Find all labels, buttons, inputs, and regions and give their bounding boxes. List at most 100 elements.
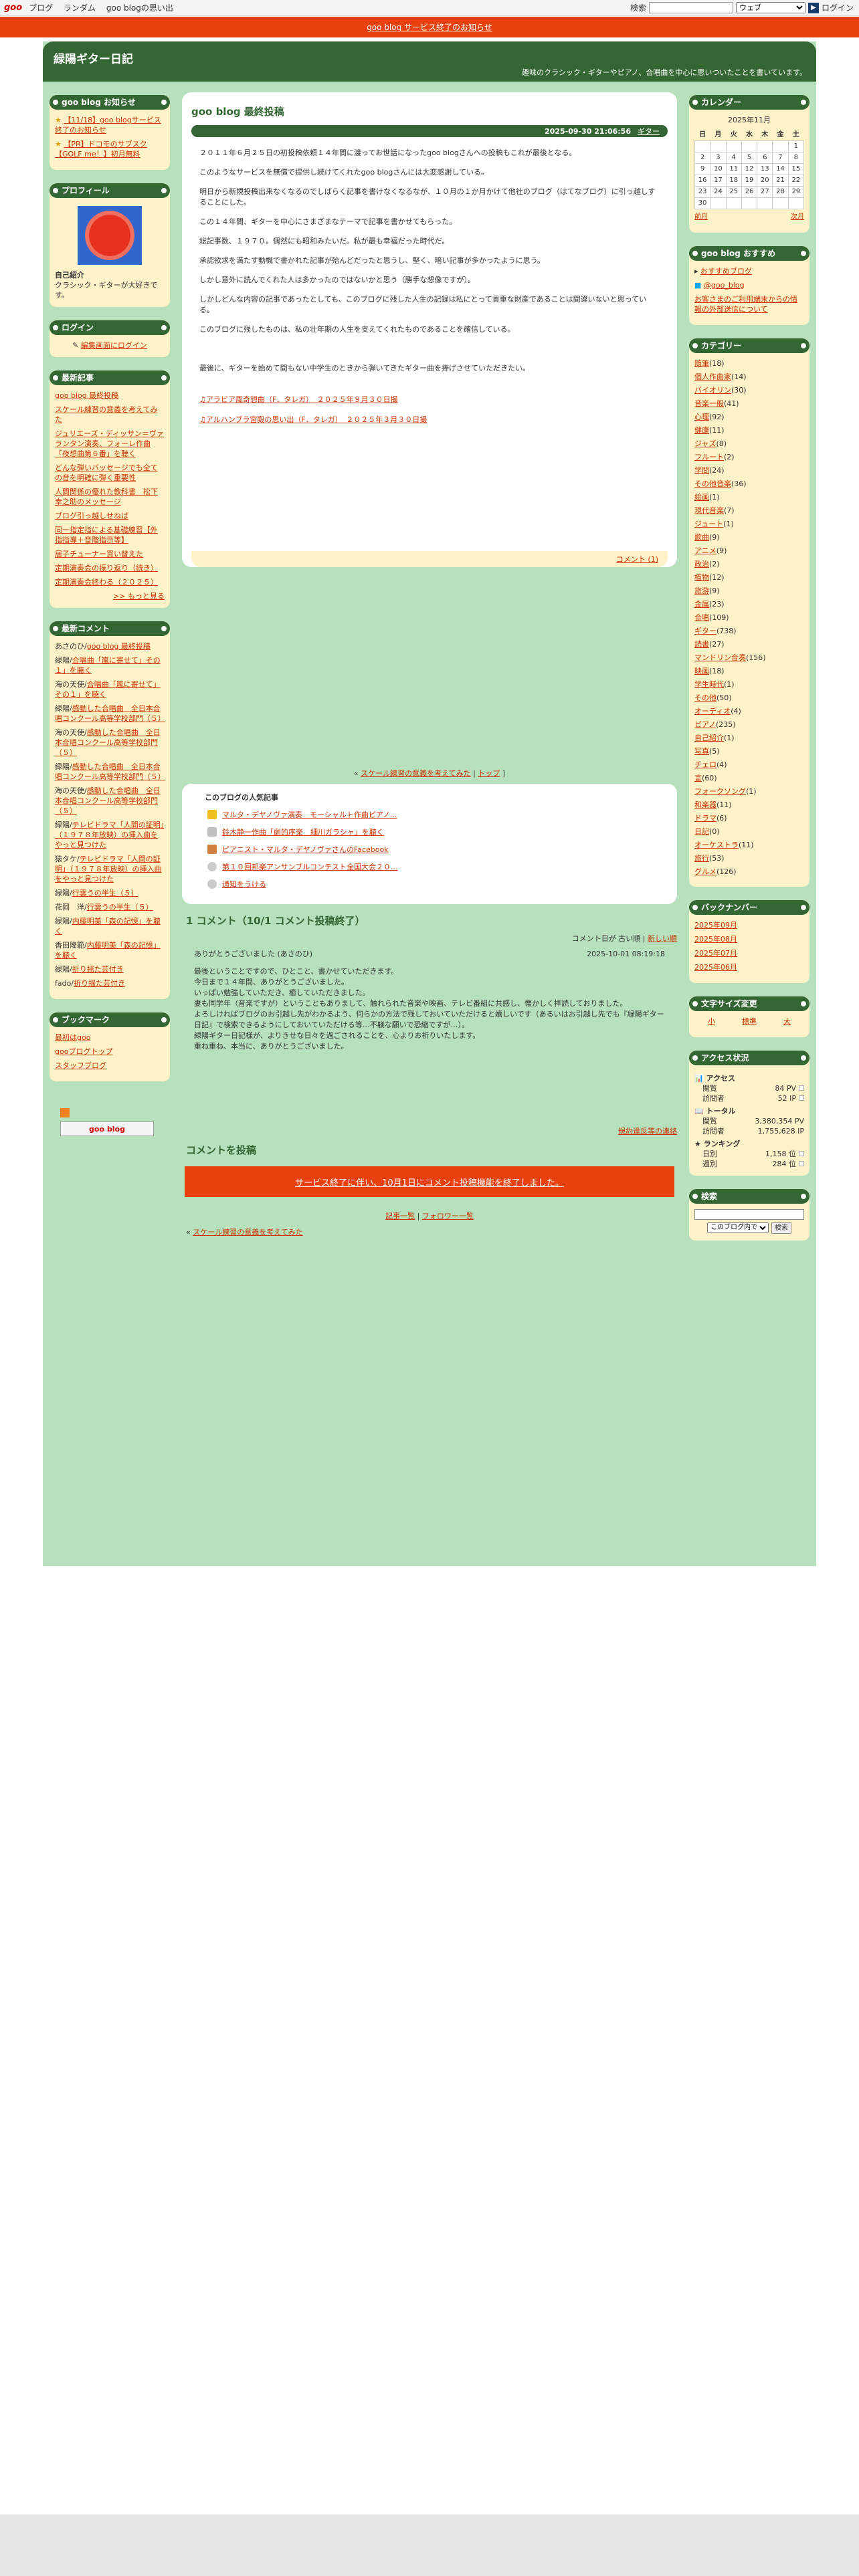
category-link[interactable]: 金属 bbox=[694, 600, 709, 609]
post-comment-link[interactable]: コメント (1) bbox=[616, 555, 658, 564]
category-link[interactable]: 随筆 bbox=[694, 359, 709, 368]
calendar-day[interactable]: 28 bbox=[772, 185, 789, 198]
calendar-day[interactable]: 25 bbox=[725, 185, 742, 198]
category-link[interactable]: ギター bbox=[694, 627, 717, 635]
calendar-day[interactable]: 9 bbox=[694, 163, 711, 175]
calendar-day[interactable]: 10 bbox=[710, 163, 727, 175]
calendar-day[interactable]: 11 bbox=[725, 163, 742, 175]
calendar-day[interactable]: 27 bbox=[757, 185, 773, 198]
calendar-day[interactable]: 1 bbox=[787, 140, 805, 152]
recent-post-link[interactable]: 同一指定指による基礎練習【外指指導＋音階指示等】 bbox=[55, 525, 165, 545]
calendar-day[interactable]: 4 bbox=[725, 151, 742, 164]
calendar-day[interactable]: 24 bbox=[710, 185, 727, 198]
category-link[interactable]: 言 bbox=[694, 774, 702, 782]
category-link[interactable]: 植物 bbox=[694, 573, 709, 582]
category-link[interactable]: 学問 bbox=[694, 466, 709, 475]
post-audio-link[interactable]: ♫アラビア風奇想曲（F．タレガ） ２０２５年９月３０日撮 bbox=[199, 395, 660, 405]
category-link[interactable]: フォークソング bbox=[694, 787, 746, 796]
post-list-link[interactable]: 記事一覧 bbox=[385, 1212, 415, 1220]
font-large-link[interactable]: 大 bbox=[783, 1016, 791, 1027]
category-link[interactable]: 音楽一般 bbox=[694, 399, 724, 408]
category-link[interactable]: 写真 bbox=[694, 747, 709, 756]
help-icon[interactable] bbox=[799, 1160, 804, 1166]
popular-link[interactable]: ピアニスト・マルタ・デヤノヴァさんのFacebook bbox=[222, 844, 389, 855]
more-posts-link[interactable]: >> もっと見る bbox=[113, 592, 165, 601]
font-standard-link[interactable]: 標準 bbox=[742, 1016, 757, 1027]
backnumber-link[interactable]: 2025年07月 bbox=[694, 948, 804, 958]
bookmark-link[interactable]: gooブログトップ bbox=[55, 1047, 165, 1057]
avatar[interactable] bbox=[78, 206, 142, 265]
recent-post-link[interactable]: 定期演奏会終わる（２０２５） bbox=[55, 577, 165, 587]
calendar-day[interactable]: 8 bbox=[787, 151, 805, 164]
category-link[interactable]: 絵画 bbox=[694, 493, 709, 502]
calendar-day[interactable]: 19 bbox=[741, 174, 758, 187]
prev-post-link[interactable]: スケール練習の意義を考えてみた bbox=[361, 769, 470, 778]
notice-item[interactable]: 【11/18】goo blogサービス終了のお知らせ bbox=[55, 116, 161, 134]
backnumber-link[interactable]: 2025年08月 bbox=[694, 934, 804, 944]
bookmark-link[interactable]: スタッフブログ bbox=[55, 1061, 165, 1071]
post-audio-link[interactable]: ♫アルハンブラ宮殿の思い出（F．タレガ） ２０２５年３月３０日撮 bbox=[199, 415, 660, 425]
search-scope-select[interactable]: ウェブ bbox=[735, 2, 805, 13]
post-title[interactable]: goo blog 最終投稿 bbox=[191, 104, 668, 118]
help-icon[interactable] bbox=[799, 1150, 804, 1156]
comment-post-link[interactable]: 祈り揺た芸付き bbox=[72, 965, 124, 974]
post-category-link[interactable]: ギター bbox=[638, 126, 660, 136]
category-link[interactable]: 現代音楽 bbox=[694, 506, 724, 515]
category-link[interactable]: グルメ bbox=[694, 867, 717, 876]
category-link[interactable]: 旅游 bbox=[694, 586, 709, 595]
category-link[interactable]: 学生時代 bbox=[694, 680, 724, 689]
comment-post-link[interactable]: goo blog 最終投稿 bbox=[87, 642, 151, 651]
calendar-day[interactable]: 14 bbox=[772, 163, 789, 175]
calendar-day[interactable]: 16 bbox=[694, 174, 711, 187]
category-link[interactable]: 日記 bbox=[694, 827, 709, 836]
category-link[interactable]: フルート bbox=[694, 453, 724, 461]
comment-post-link[interactable]: 行雲うの半生（５） bbox=[72, 889, 138, 897]
calendar-day[interactable]: 15 bbox=[787, 163, 805, 175]
goo-logo[interactable]: goo bbox=[4, 3, 22, 13]
nav-random[interactable]: ランダム bbox=[64, 3, 96, 13]
calendar-day[interactable]: 7 bbox=[772, 151, 789, 164]
category-link[interactable]: 合唱 bbox=[694, 613, 709, 622]
category-link[interactable]: 歌曲 bbox=[694, 533, 709, 542]
notify-link[interactable]: 通知をうける bbox=[222, 879, 266, 889]
calendar-day[interactable]: 23 bbox=[694, 185, 711, 198]
calendar-day[interactable]: 17 bbox=[710, 174, 727, 187]
calendar-day[interactable]: 2 bbox=[694, 151, 711, 164]
backnumber-link[interactable]: 2025年06月 bbox=[694, 962, 804, 972]
category-link[interactable]: その他音楽 bbox=[694, 479, 731, 488]
bottom-prev-link[interactable]: スケール練習の意義を考えてみた bbox=[193, 1228, 302, 1237]
category-link[interactable]: 健康 bbox=[694, 426, 709, 435]
popular-link[interactable]: 鈴木静一作曲「劇的序楽 細川ガラシャ」を聴く bbox=[222, 827, 384, 837]
next-month-link[interactable]: 次月 bbox=[791, 212, 804, 222]
backnumber-link[interactable]: 2025年09月 bbox=[694, 920, 804, 930]
font-small-link[interactable]: 小 bbox=[708, 1016, 715, 1027]
notice-item[interactable]: 【PR】ドコモのサブスク【GOLF me！】初月無料 bbox=[55, 140, 147, 158]
twitter-link[interactable]: @goo_blog bbox=[704, 281, 745, 290]
category-link[interactable]: ピアノ bbox=[694, 720, 716, 729]
calendar-day[interactable]: 3 bbox=[710, 151, 727, 164]
calendar-day[interactable]: 12 bbox=[741, 163, 758, 175]
bookmark-link[interactable]: 最初はgoo bbox=[55, 1033, 165, 1043]
recent-post-link[interactable]: どんな弾いバッセージでも全ての音を明確に弾く重要性 bbox=[55, 463, 165, 483]
category-link[interactable]: バイオリン bbox=[694, 386, 731, 395]
external-send-link[interactable]: お客さまのご利用端末からの情報の外部送信について bbox=[694, 294, 804, 314]
calendar-day[interactable]: 20 bbox=[757, 174, 773, 187]
rss-icon[interactable] bbox=[60, 1108, 70, 1117]
category-link[interactable]: 政治 bbox=[694, 560, 709, 568]
category-link[interactable]: その他 bbox=[694, 693, 717, 702]
comment-post-link[interactable]: 祈り揺た芸付き bbox=[74, 979, 125, 988]
category-link[interactable]: 読書 bbox=[694, 640, 709, 649]
category-link[interactable]: 映画 bbox=[694, 667, 709, 675]
report-link[interactable]: 規約違反等の連絡 bbox=[618, 1127, 677, 1136]
calendar-day[interactable]: 29 bbox=[787, 185, 805, 198]
recent-post-link[interactable]: スケール練習の意義を考えてみた bbox=[55, 405, 165, 425]
blog-title[interactable]: 緑陽ギター日記 bbox=[54, 49, 133, 66]
category-link[interactable]: 和楽器 bbox=[694, 800, 717, 809]
edit-login-link[interactable]: 編集画面にログイン bbox=[81, 341, 147, 350]
blog-search-button[interactable]: 検索 bbox=[771, 1222, 791, 1234]
calendar-day[interactable]: 6 bbox=[757, 151, 773, 164]
goo-blog-logo[interactable]: goo blog bbox=[60, 1121, 154, 1136]
calendar-day[interactable]: 13 bbox=[757, 163, 773, 175]
category-link[interactable]: オーケストラ bbox=[694, 841, 739, 849]
sort-new-link[interactable]: 新しい順 bbox=[648, 934, 677, 943]
